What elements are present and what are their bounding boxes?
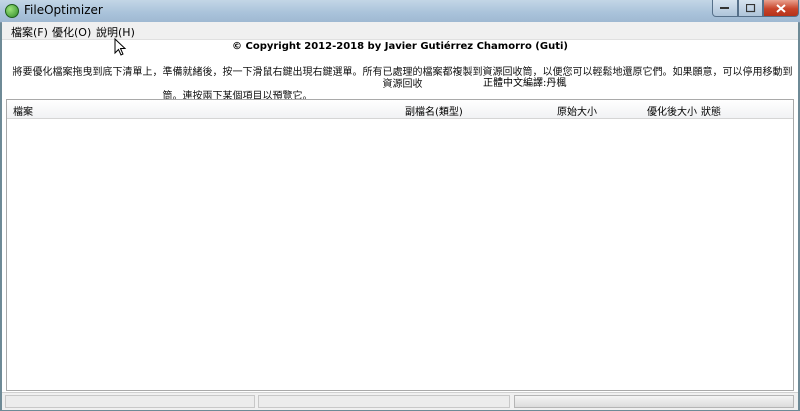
column-file[interactable]: 檔案 [13,103,33,118]
mouse-cursor-icon [114,38,127,56]
file-list[interactable]: 檔案 副檔名(類型) 原始大小 優化後大小 狀態 [6,99,794,391]
minimize-icon [720,7,729,9]
minimize-button[interactable] [712,0,738,17]
main-window: 檔案(F) 優化(O) 說明(H) © Copyright 2012-2018 … [2,22,798,410]
window-title: FileOptimizer [24,3,103,17]
status-pane-2 [258,395,510,408]
maximize-icon [745,3,755,12]
status-bar [2,392,798,410]
close-button[interactable] [763,0,799,17]
column-original-size[interactable]: 原始大小 [557,103,597,118]
app-icon [5,4,19,18]
instructions-text: 將要優化檔案拖曳到底下清單上，準備就緒後，按一下滑鼠右鍵出現右鍵選單。所有已處理… [10,67,795,103]
title-bar: FileOptimizer [0,0,800,23]
translator-credit: 正體中文編譯:丹楓 [483,78,567,89]
instructions-line-1: 將要優化檔案拖曳到底下清單上，準備就緒後，按一下滑鼠右鍵出現右鍵選單。所有已處理… [12,67,793,90]
column-status[interactable]: 狀態 [701,103,721,118]
menu-file[interactable]: 檔案(F) [11,24,48,40]
close-icon [776,3,786,13]
menu-optimize[interactable]: 優化(O) [52,24,91,40]
status-pane-1 [5,395,255,408]
column-optimized-size[interactable]: 優化後大小 [647,103,697,118]
column-extension[interactable]: 副檔名(類型) [405,103,463,118]
list-header: 檔案 副檔名(類型) 原始大小 優化後大小 狀態 [7,100,793,119]
progress-bar [514,395,794,408]
maximize-button[interactable] [738,0,763,17]
